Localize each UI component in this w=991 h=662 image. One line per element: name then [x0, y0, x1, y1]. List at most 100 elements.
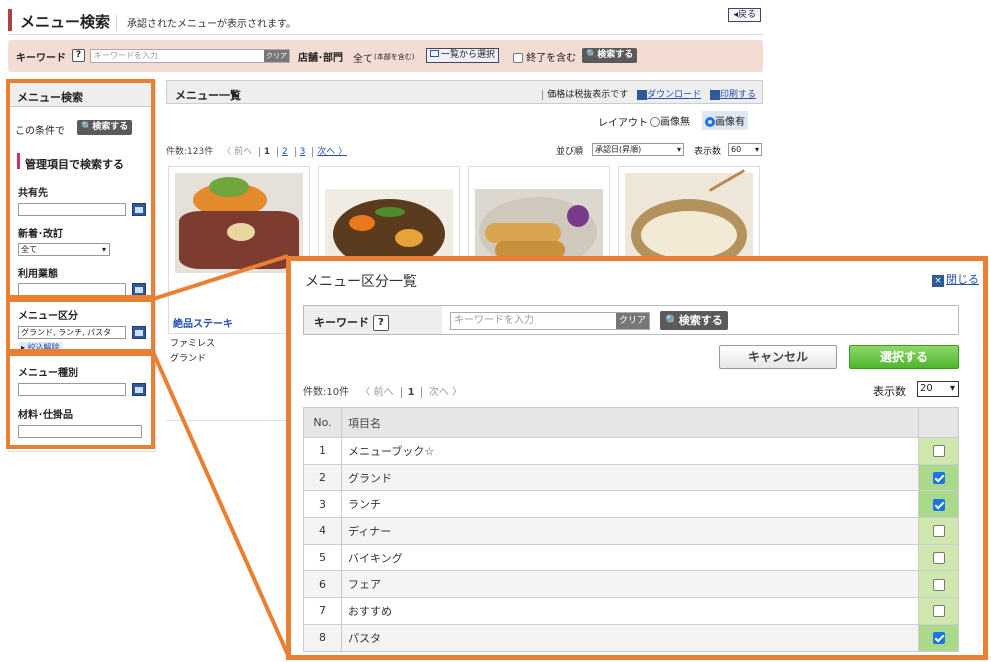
modal-help-icon[interactable]: ? — [372, 315, 389, 331]
modal-pagination: 件数:10件 〈 前へ 1 次へ 〉 — [303, 383, 462, 398]
help-icon[interactable]: ? — [72, 49, 85, 62]
highlight-frame-bottom — [6, 352, 155, 449]
keyword-clear-button[interactable]: クリア — [264, 50, 289, 62]
row-checkbox[interactable] — [932, 525, 945, 538]
close-icon: × — [932, 275, 944, 287]
table-row[interactable]: 5 バイキング — [303, 543, 959, 572]
next-link[interactable]: 次へ 〉 — [312, 147, 348, 157]
radio-selected-icon — [705, 117, 715, 127]
table-row[interactable]: 4 ディナー — [303, 517, 959, 545]
category-table: No. 項目名 1 メニューブック☆ 2 グランド 3 ランチ 4 ディナー 5 バイキング 6 フェ… — [303, 407, 959, 652]
row-checkbox[interactable] — [932, 578, 945, 591]
modal-keyword-label-cell: キーワード ? — [304, 306, 442, 334]
page-header: メニュー検索 承認されたメニューが表示されます。 ◂戻る — [8, 5, 763, 35]
row-checkbox-cell[interactable] — [918, 437, 959, 465]
row-checkbox[interactable] — [932, 472, 945, 485]
cancel-button[interactable]: キャンセル — [719, 345, 837, 369]
select-button[interactable]: 選択する — [849, 345, 959, 369]
keyword-placeholder: キーワードを入力 — [94, 51, 158, 60]
modal-close-button[interactable]: × 閉じる — [932, 271, 979, 287]
list-select-label: 一覧から選択 — [441, 50, 496, 60]
divider — [166, 420, 286, 421]
display-count-value: 60 — [731, 145, 742, 154]
modal-display-value: 20 — [920, 383, 933, 394]
row-checkbox[interactable] — [932, 632, 945, 645]
row-checkbox-cell[interactable] — [918, 597, 959, 625]
prev-link[interactable]: 〈 前へ — [222, 147, 252, 157]
include-ended-checkbox[interactable]: 終了を含む — [513, 49, 576, 64]
table-row[interactable]: 3 ランチ — [303, 490, 959, 519]
row-number: 6 — [303, 570, 342, 599]
modal-clear-button[interactable]: クリア — [615, 313, 649, 329]
row-checkbox[interactable] — [932, 552, 945, 565]
sort-value: 承認日(昇順) — [595, 145, 642, 154]
table-row[interactable]: 7 おすすめ — [303, 597, 959, 625]
col-name-header: 項目名 — [341, 407, 919, 438]
modal-next-link[interactable]: 次へ 〉 — [429, 387, 462, 398]
row-checkbox-cell[interactable] — [918, 463, 959, 492]
list-icon — [430, 50, 439, 57]
row-name: フェア — [341, 570, 919, 599]
menu-tag: グランド — [170, 354, 207, 364]
table-header-row: No. 項目名 — [303, 407, 959, 438]
layout-label: レイアウト — [598, 118, 648, 129]
sort-select[interactable]: 承認日(昇順) ▾ — [592, 143, 684, 156]
page-1[interactable]: 1 — [258, 147, 271, 157]
page-description: 承認されたメニューが表示されます。 — [116, 15, 296, 31]
table-row[interactable]: 6 フェア — [303, 570, 959, 599]
header-actions: 価格は税抜表示です ダウンロード 印刷する — [542, 87, 756, 100]
row-name: バイキング — [341, 543, 919, 572]
download-link[interactable]: ダウンロード — [647, 90, 701, 100]
modal-display-select[interactable]: 20 ▾ — [917, 381, 959, 397]
highlight-frame-top — [6, 79, 155, 299]
modal-keyword-bar: キーワード ? キーワードを入力 クリア 🔍検索する — [303, 305, 959, 335]
chevron-down-icon: ▾ — [949, 383, 955, 394]
col-no-header: No. — [303, 407, 342, 438]
with-image-label: 画像有 — [715, 117, 745, 128]
layout-with-image-radio[interactable]: 画像有 — [702, 111, 748, 130]
modal-prev-link[interactable]: 〈 前へ — [360, 387, 393, 398]
menu-name[interactable]: 絶品ステーキ — [173, 315, 233, 330]
table-row[interactable]: 1 メニューブック☆ — [303, 437, 959, 465]
display-count-select[interactable]: 60 ▾ — [728, 143, 762, 156]
keyword-label: キーワード — [16, 53, 66, 64]
modal-keyword-input[interactable]: キーワードを入力 クリア — [450, 312, 650, 330]
category-modal: メニュー区分一覧 × 閉じる キーワード ? キーワードを入力 クリア 🔍検索する… — [286, 256, 988, 660]
layout-no-image-radio[interactable]: 画像無 — [650, 113, 690, 128]
store-note: (本部を含む) — [374, 53, 415, 61]
row-checkbox-cell[interactable] — [918, 490, 959, 519]
menu-list-title: メニュー一覧 — [175, 89, 241, 102]
menu-list-header: メニュー一覧 価格は税抜表示です ダウンロード 印刷する — [166, 80, 763, 104]
row-number: 7 — [303, 597, 342, 625]
chevron-down-icon: ▾ — [676, 145, 681, 154]
row-name: グランド — [341, 463, 919, 492]
row-number: 1 — [303, 437, 342, 465]
row-checkbox[interactable] — [932, 445, 945, 458]
modal-search-button[interactable]: 🔍検索する — [660, 311, 728, 330]
page-title: メニュー検索 — [20, 13, 111, 31]
keyword-input[interactable]: キーワードを入力 クリア — [90, 49, 290, 63]
modal-page-1[interactable]: 1 — [400, 387, 422, 398]
table-row[interactable]: 2 グランド — [303, 463, 959, 492]
row-name: メニューブック☆ — [341, 437, 919, 465]
row-checkbox-cell[interactable] — [918, 543, 959, 572]
keyword-search-bar: キーワード ? キーワードを入力 クリア 店舗･部門 全て (本部を含む) 一覧… — [8, 40, 763, 72]
page-2[interactable]: 2 — [276, 147, 288, 157]
back-button[interactable]: ◂戻る — [728, 8, 761, 22]
result-count: 件数:123件 — [166, 147, 214, 157]
row-checkbox[interactable] — [932, 605, 945, 618]
table-row[interactable]: 8 パスタ — [303, 623, 959, 652]
modal-title: メニュー区分一覧 — [305, 274, 417, 290]
modal-keyword-placeholder: キーワードを入力 — [454, 315, 534, 326]
page-3[interactable]: 3 — [294, 147, 306, 157]
print-link[interactable]: 印刷する — [720, 90, 756, 100]
row-checkbox-cell[interactable] — [918, 570, 959, 599]
store-label: 店舗･部門 — [298, 53, 343, 64]
tax-note: 価格は税抜表示です — [542, 90, 629, 100]
list-select-button[interactable]: 一覧から選択 — [426, 48, 500, 63]
search-button[interactable]: 🔍検索する — [582, 48, 638, 63]
row-number: 4 — [303, 517, 342, 545]
row-checkbox-cell[interactable] — [918, 517, 959, 545]
row-checkbox[interactable] — [932, 498, 945, 511]
row-checkbox-cell[interactable] — [918, 623, 959, 652]
